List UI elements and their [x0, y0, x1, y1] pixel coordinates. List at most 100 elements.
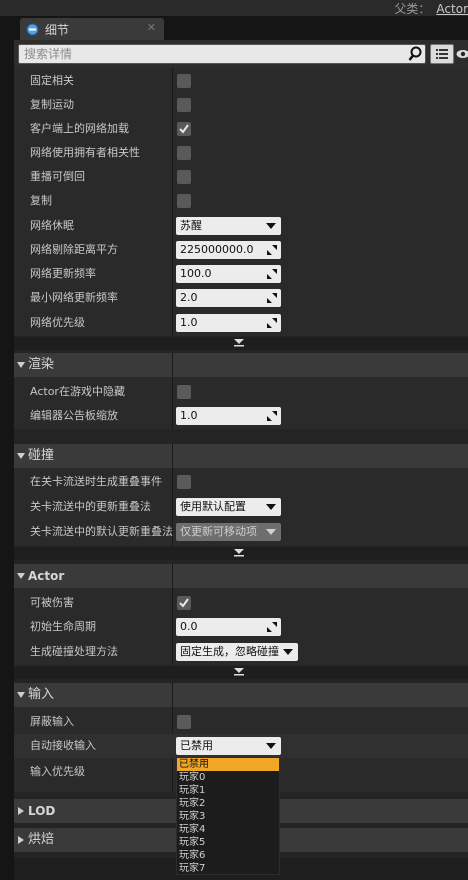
property-row-replay-rewindable: 重播可倒回 — [14, 165, 468, 189]
number-value: 2.0 — [180, 291, 198, 304]
dropdown-option-disabled[interactable]: 已禁用 — [177, 758, 279, 771]
checkbox-checked[interactable] — [177, 596, 191, 610]
checkbox[interactable] — [177, 475, 191, 489]
check-icon — [179, 598, 189, 608]
combo-value: 苏醒 — [180, 219, 202, 232]
overlap-method-combo[interactable]: 使用默认配置 — [176, 498, 281, 516]
expand-arrow-icon — [234, 668, 244, 676]
tab-strip: 细节 ✕ — [0, 16, 468, 40]
search-icon — [408, 46, 422, 61]
property-row-hidden-in-game: Actor在游戏中隐藏 — [14, 380, 468, 404]
property-label: 网络剔除距离平方 — [30, 243, 118, 256]
dropdown-option-player2[interactable]: 玩家2 — [177, 797, 279, 810]
dropdown-option-player4[interactable]: 玩家4 — [177, 823, 279, 836]
dropdown-option-player5[interactable]: 玩家5 — [177, 836, 279, 849]
section-header-input[interactable]: 输入 — [14, 683, 468, 707]
property-row-min-net-update-frequency: 最小网络更新频率 2.0 — [14, 286, 468, 310]
parent-class-link[interactable]: Actor — [436, 2, 468, 16]
property-label: 网络更新频率 — [30, 267, 96, 280]
property-label: 初始生命周期 — [30, 620, 96, 633]
property-label: 网络优先级 — [30, 316, 85, 329]
eye-icon[interactable] — [456, 46, 468, 62]
show-advanced-button[interactable] — [14, 337, 468, 350]
drag-spinner-icon[interactable] — [266, 410, 278, 422]
property-row-initial-life-span: 初始生命周期 0.0 — [14, 615, 468, 639]
number-field[interactable]: 1.0 — [176, 314, 281, 332]
number-field[interactable]: 1.0 — [176, 407, 281, 425]
dropdown-arrow-icon — [266, 223, 276, 229]
collapse-arrow-icon — [17, 362, 25, 368]
number-field[interactable]: 100.0 — [176, 265, 281, 283]
checkbox[interactable] — [177, 194, 191, 208]
dropdown-option-player1[interactable]: 玩家1 — [177, 784, 279, 797]
auto-receive-input-dropdown: 已禁用 玩家0 玩家1 玩家2 玩家3 玩家4 玩家5 玩家6 玩家7 — [176, 757, 280, 875]
top-bar: 父类： Actor — [0, 0, 468, 16]
show-advanced-button[interactable] — [14, 547, 468, 560]
property-label: 复制运动 — [30, 98, 74, 111]
checkbox-checked[interactable] — [177, 122, 191, 136]
dormancy-combo[interactable]: 苏醒 — [176, 217, 281, 235]
drag-spinner-icon[interactable] — [266, 621, 278, 633]
drag-spinner-icon[interactable] — [266, 317, 278, 329]
collapse-arrow-icon — [17, 692, 25, 698]
drag-spinner-icon[interactable] — [266, 244, 278, 256]
view-options-button[interactable] — [430, 44, 454, 64]
tab-details-label: 细节 — [45, 22, 70, 37]
search-placeholder: 搜索详情 — [24, 47, 73, 61]
property-label: 自动接收输入 — [30, 739, 96, 752]
checkbox[interactable] — [177, 98, 191, 112]
section-title: 烘焙 — [28, 832, 55, 847]
property-label: Actor在游戏中隐藏 — [30, 385, 125, 398]
property-label: 关卡流送中的默认更新重叠法 — [30, 525, 173, 538]
drag-spinner-icon[interactable] — [266, 268, 278, 280]
checkbox[interactable] — [177, 170, 191, 184]
section-header-rendering[interactable]: 渲染 — [14, 353, 468, 377]
number-field[interactable]: 0.0 — [176, 618, 281, 636]
spawn-collision-combo[interactable]: 固定生成，忽略碰撞 — [176, 643, 298, 661]
property-row-net-cull-distance: 网络剔除距离平方 225000000.0 — [14, 238, 468, 262]
checkbox[interactable] — [177, 146, 191, 160]
dropdown-option-player6[interactable]: 玩家6 — [177, 849, 279, 862]
property-row-spawn-collision-handling: 生成碰撞处理方法 固定生成，忽略碰撞 — [14, 640, 468, 664]
section-title: 渲染 — [28, 357, 55, 372]
drag-spinner-icon[interactable] — [266, 292, 278, 304]
combo-value: 固定生成，忽略碰撞 — [180, 645, 279, 658]
property-label: 固定相关 — [30, 74, 74, 87]
property-label: 最小网络更新频率 — [30, 291, 118, 304]
dropdown-option-player3[interactable]: 玩家3 — [177, 810, 279, 823]
property-label: 生成碰撞处理方法 — [30, 645, 118, 658]
section-title: 碰撞 — [28, 448, 55, 463]
section-header-actor[interactable]: Actor — [14, 564, 468, 588]
expand-arrow-icon — [18, 807, 24, 815]
property-label: 重播可倒回 — [30, 170, 85, 183]
list-view-icon — [436, 49, 448, 59]
property-label: 复制 — [30, 194, 52, 207]
section-title: LOD — [28, 804, 56, 818]
number-value: 100.0 — [180, 267, 212, 280]
number-field[interactable]: 2.0 — [176, 289, 281, 307]
property-label: 编辑器公告板缩放 — [30, 409, 118, 422]
checkbox[interactable] — [177, 385, 191, 399]
property-row-default-update-overlaps-method: 关卡流送中的默认更新重叠法 仅更新可移动项 — [14, 520, 468, 544]
property-row-generate-overlap-events: 在关卡流送时生成重叠事件 — [14, 470, 468, 494]
dropdown-arrow-icon — [266, 504, 276, 510]
property-row-net-update-frequency: 网络更新频率 100.0 — [14, 262, 468, 286]
show-advanced-button[interactable] — [14, 666, 468, 679]
dropdown-option-player7[interactable]: 玩家7 — [177, 862, 279, 875]
section-header-collision[interactable]: 碰撞 — [14, 444, 468, 468]
auto-receive-input-combo[interactable]: 已禁用 — [176, 737, 281, 755]
dropdown-option-player0[interactable]: 玩家0 — [177, 771, 279, 784]
property-label: 网络使用拥有者相关性 — [30, 146, 140, 159]
property-label: 可被伤害 — [30, 596, 74, 609]
tab-details[interactable]: 细节 ✕ — [20, 18, 164, 40]
number-value: 225000000.0 — [180, 243, 254, 256]
checkbox[interactable] — [177, 74, 191, 88]
close-tab-icon[interactable]: ✕ — [147, 21, 156, 34]
parent-class-label: 父类： — [394, 2, 431, 16]
dropdown-arrow-icon — [283, 649, 293, 655]
parent-class: 父类： Actor — [394, 0, 468, 17]
number-value: 1.0 — [180, 316, 198, 329]
search-input[interactable]: 搜索详情 — [18, 44, 426, 64]
number-field[interactable]: 225000000.0 — [176, 241, 281, 259]
checkbox[interactable] — [177, 715, 191, 729]
